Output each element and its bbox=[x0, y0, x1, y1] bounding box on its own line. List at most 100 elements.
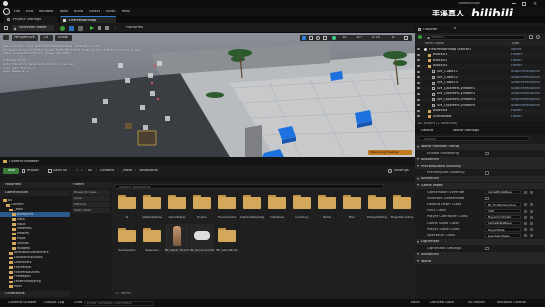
edit-icon[interactable] bbox=[530, 228, 533, 232]
browse-icon[interactable] bbox=[524, 221, 527, 225]
maximize-viewport-icon[interactable] bbox=[404, 35, 408, 40]
details-section-header[interactable]: Advanced bbox=[415, 251, 545, 258]
asset-tile[interactable]: BP_GameMode bbox=[215, 224, 239, 254]
filters-header[interactable]: Filters bbox=[70, 182, 112, 188]
column-item-label[interactable]: Item Label bbox=[425, 42, 444, 46]
visibility-eye-icon[interactable] bbox=[417, 87, 420, 90]
outliner-row[interactable]: Block01 Folder bbox=[415, 52, 545, 58]
details-section-header[interactable]: Advanced bbox=[415, 156, 545, 163]
property-value-dropdown[interactable]: HUD bbox=[485, 208, 521, 214]
browse-icon[interactable] bbox=[524, 203, 527, 207]
visibility-eye-icon[interactable] bbox=[417, 98, 420, 101]
outliner-row[interactable]: Block04 Folder bbox=[415, 108, 545, 114]
details-section-header[interactable]: World bbox=[415, 258, 545, 265]
menu-item-help[interactable]: Help bbox=[122, 10, 130, 14]
details-section-header[interactable]: Precomputed Visibility bbox=[415, 163, 545, 170]
level-viewport[interactable]: Perspective Lit Show 10 10° 0.25 4 Resou… bbox=[0, 33, 415, 157]
outliner-row[interactable]: SM_Cube13 StaticMeshActor bbox=[415, 81, 545, 86]
visibility-eye-icon[interactable] bbox=[417, 104, 420, 107]
outliner-search-input[interactable]: Search... bbox=[425, 34, 525, 40]
menu-item-window[interactable]: Window bbox=[39, 10, 53, 14]
visibility-eye-icon[interactable] bbox=[417, 92, 420, 95]
property-checkbox[interactable] bbox=[485, 151, 489, 156]
visibility-eye-icon[interactable] bbox=[417, 109, 420, 112]
menu-item-actor[interactable]: Actor bbox=[106, 10, 115, 14]
menu-item-select[interactable]: Select bbox=[89, 10, 100, 14]
property-checkbox[interactable] bbox=[485, 171, 489, 175]
close-button[interactable]: × bbox=[533, 1, 537, 7]
asset-search-input[interactable]: Search Blueprints bbox=[114, 184, 384, 189]
edit-icon[interactable] bbox=[530, 209, 533, 213]
asset-tile[interactable]: Environment bbox=[215, 191, 239, 221]
outliner-add-icon[interactable] bbox=[418, 35, 422, 39]
visibility-eye-icon[interactable] bbox=[417, 81, 420, 84]
visibility-eye-icon[interactable] bbox=[417, 53, 420, 56]
save-icon[interactable] bbox=[4, 26, 8, 30]
selection-mode-dropdown[interactable]: Selection Mode bbox=[12, 25, 54, 31]
menu-item-edit[interactable]: Edit bbox=[26, 10, 33, 14]
breadcrumb-item[interactable]: _Main bbox=[122, 169, 132, 173]
menu-item-file[interactable]: File bbox=[14, 10, 20, 14]
browse-icon[interactable] bbox=[524, 234, 527, 238]
details-section-header[interactable]: Advanced bbox=[415, 176, 545, 183]
scale-tool-icon[interactable] bbox=[323, 35, 327, 40]
grid-snap-value[interactable]: 10 bbox=[342, 36, 347, 40]
select-tool-icon[interactable] bbox=[302, 35, 306, 40]
edit-icon[interactable] bbox=[530, 190, 533, 194]
minimize-button[interactable] bbox=[512, 3, 516, 4]
stop-button[interactable] bbox=[105, 26, 109, 30]
platforms-button[interactable]: Platforms bbox=[126, 26, 143, 30]
outliner-row[interactable]: SM_QuarterCylinder4 StaticMeshActor bbox=[415, 103, 545, 108]
perspective-button[interactable]: Perspective bbox=[12, 34, 38, 41]
breadcrumb-item[interactable]: All bbox=[88, 169, 92, 173]
content-drawer-button[interactable]: Content Drawer bbox=[8, 301, 37, 305]
visibility-eye-icon[interactable] bbox=[417, 76, 420, 79]
world-icon[interactable] bbox=[332, 35, 336, 40]
outliner-row[interactable]: FirstPersonMap (Editor) World bbox=[415, 47, 545, 52]
derived-data-button[interactable]: Derived Data bbox=[430, 301, 454, 305]
import-button[interactable]: Import bbox=[22, 168, 44, 174]
asset-tile[interactable]: Misc bbox=[340, 191, 364, 221]
menu-item-tools[interactable]: Tools bbox=[59, 10, 68, 14]
menu-item-build[interactable]: Build bbox=[74, 10, 83, 14]
outliner-filter-icon[interactable] bbox=[529, 35, 533, 39]
outliner-row[interactable]: SM_QuarterCylinder2 StaticMeshActor bbox=[415, 92, 545, 97]
outliner-row[interactable]: SM_Cube11 StaticMeshActor bbox=[415, 69, 545, 74]
back-arrow-icon[interactable]: ‹ bbox=[76, 168, 78, 172]
edit-icon[interactable] bbox=[530, 234, 533, 238]
property-value-dropdown[interactable]: SpectatorPawn bbox=[485, 233, 521, 238]
angle-snap-value[interactable]: 10° bbox=[356, 36, 362, 40]
viewport-menu-icon[interactable] bbox=[3, 35, 9, 40]
outliner-settings-icon[interactable] bbox=[536, 35, 540, 39]
visibility-eye-icon[interactable] bbox=[417, 70, 420, 73]
play-options-icon[interactable]: ⋮ bbox=[113, 26, 117, 30]
property-value-dropdown[interactable]: BP_FirstPersonChar bbox=[485, 202, 521, 207]
trace-button[interactable]: Trace bbox=[410, 301, 420, 305]
breadcrumb-item[interactable]: Blueprints bbox=[139, 169, 157, 173]
asset-tile[interactable]: Projectile Actors bbox=[390, 191, 414, 221]
skip-button[interactable] bbox=[98, 26, 101, 30]
camera-speed-value[interactable]: 4 bbox=[392, 36, 394, 40]
visibility-eye-icon[interactable] bbox=[417, 59, 420, 62]
favorites-header[interactable]: Favorites bbox=[0, 182, 70, 188]
visibility-eye-icon[interactable] bbox=[417, 64, 420, 67]
play-button[interactable] bbox=[90, 25, 94, 30]
cb-settings-button[interactable]: Settings bbox=[388, 168, 412, 174]
outliner-row[interactable]: Block03 Folder bbox=[415, 63, 545, 69]
property-checkbox[interactable] bbox=[485, 246, 489, 251]
edit-icon[interactable] bbox=[530, 221, 533, 225]
outliner-close-icon[interactable]: × bbox=[453, 27, 457, 32]
console-input[interactable]: Enter Console Command bbox=[84, 300, 154, 306]
browse-icon[interactable] bbox=[524, 209, 527, 213]
asset-tile[interactable]: GameTables bbox=[165, 191, 189, 221]
edit-icon[interactable] bbox=[530, 215, 533, 219]
move-tool-icon[interactable] bbox=[309, 35, 313, 40]
project-header[interactable]: GameVillSoft bbox=[0, 190, 70, 196]
details-search-input[interactable]: Search bbox=[418, 136, 530, 141]
details-section-header[interactable]: World Partition Setup bbox=[415, 144, 545, 150]
world-settings-tab[interactable]: World Settings bbox=[453, 129, 479, 133]
cmd-label[interactable]: Cmd bbox=[74, 301, 82, 305]
outliner-row[interactable]: SM_Cube12 StaticMeshActor bbox=[415, 75, 545, 80]
lit-button[interactable]: Lit bbox=[40, 34, 53, 41]
show-button[interactable]: Show bbox=[55, 34, 72, 41]
